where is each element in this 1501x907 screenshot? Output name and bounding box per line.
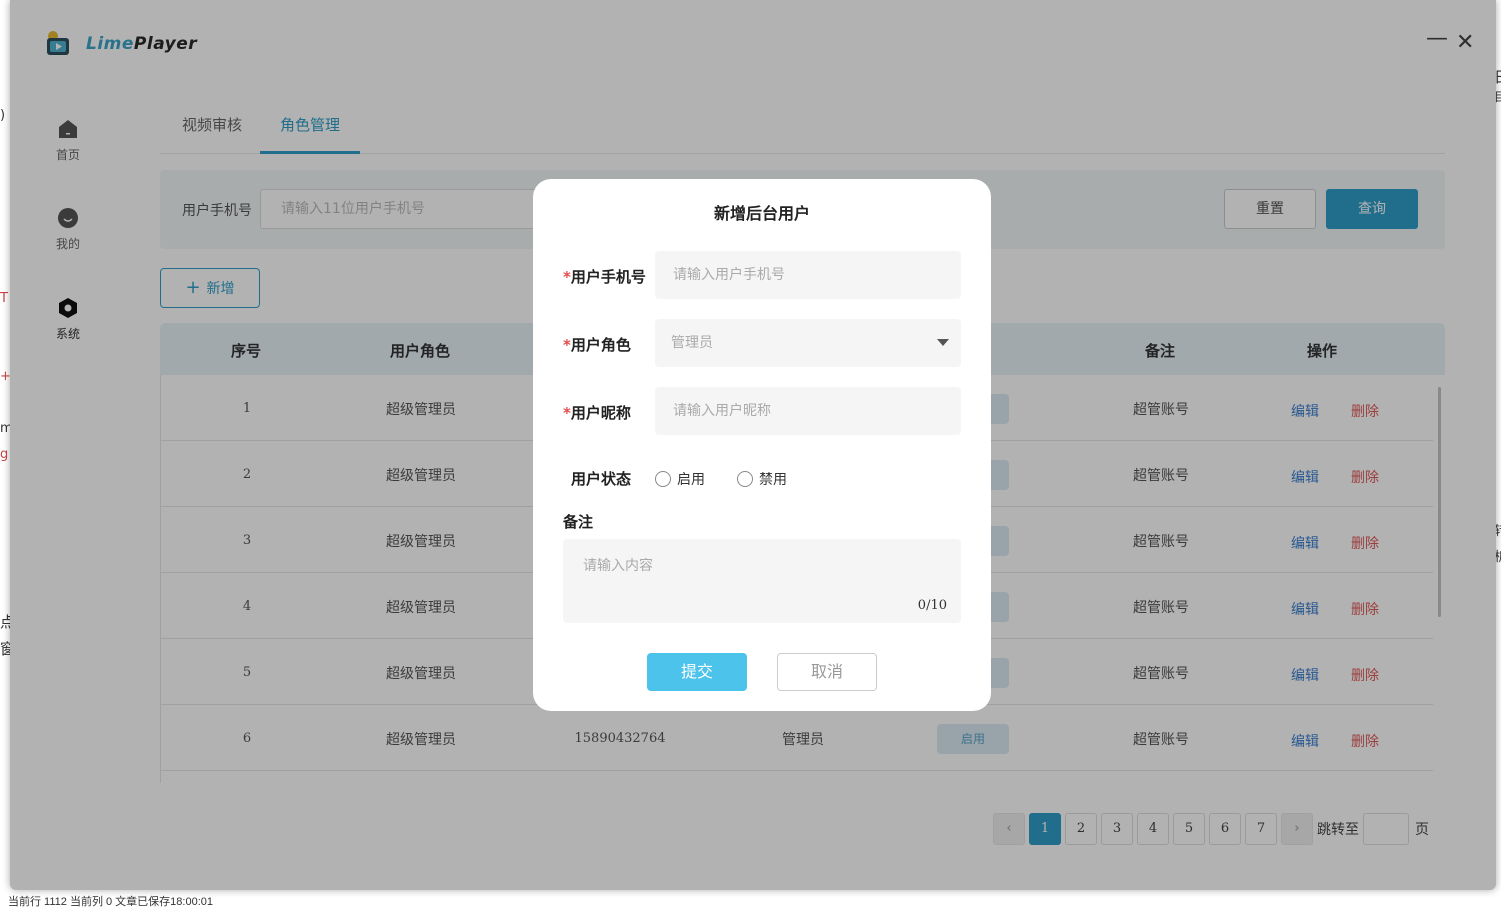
bg-fragment: ) [0, 108, 6, 123]
remark-textarea[interactable]: 请输入内容 0/10 [563, 539, 961, 623]
radio-icon [737, 471, 753, 487]
char-counter: 0/10 [917, 598, 947, 613]
caret-down-icon [937, 339, 949, 346]
bg-fragment: g [0, 447, 9, 462]
add-user-dialog: 新增后台用户 *用户手机号 请输入用户手机号 *用户角色 管理员 *用户昵称 请… [533, 179, 991, 711]
role-field-label: *用户角色 [563, 336, 631, 354]
submit-button[interactable]: 提交 [647, 653, 747, 691]
nickname-field-label: *用户昵称 [563, 404, 631, 422]
phone-field-label: *用户手机号 [563, 268, 646, 286]
status-disable-radio[interactable]: 禁用 [737, 469, 787, 489]
role-select[interactable]: 管理员 [655, 319, 961, 367]
status-enable-radio[interactable]: 启用 [655, 469, 705, 489]
nickname-field[interactable]: 请输入用户昵称 [655, 387, 961, 435]
status-field-label: 用户状态 [571, 470, 632, 488]
bg-fragment: T [0, 291, 8, 306]
cancel-button[interactable]: 取消 [777, 653, 877, 691]
dialog-title: 新增后台用户 [713, 204, 810, 223]
remark-field-label: 备注 [563, 513, 594, 531]
app-window: LimePlayer — ✕ 首页 我的 系统 视频审核 角色管理 用户手机号 … [10, 0, 1496, 890]
radio-icon [655, 471, 671, 487]
editor-statusbar: 当前行 1112 当前列 0 文章已保存18:00:01 [8, 896, 213, 907]
phone-field[interactable]: 请输入用户手机号 [655, 251, 961, 299]
